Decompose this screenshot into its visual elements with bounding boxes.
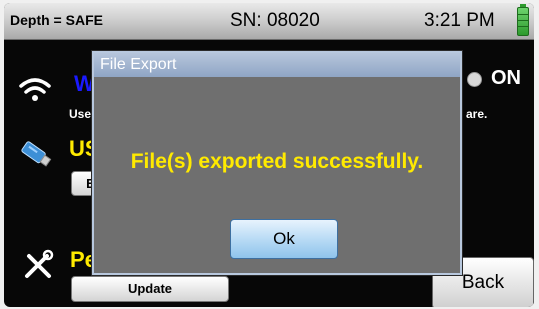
usb-drive-icon xyxy=(21,141,52,167)
battery-icon xyxy=(517,4,529,36)
dialog-title: File Export xyxy=(94,53,460,77)
wifi-icon xyxy=(19,78,51,101)
wifi-description-end: are. xyxy=(466,107,488,121)
wifi-toggle-knob[interactable] xyxy=(467,72,482,87)
status-bar: Depth = SAFE SN: 08020 3:21 PM xyxy=(4,3,534,40)
depth-status: Depth = SAFE xyxy=(10,12,103,28)
ok-button[interactable]: Ok xyxy=(230,219,338,259)
serial-number: SN: 08020 xyxy=(230,10,320,31)
update-button[interactable]: Update xyxy=(71,276,229,302)
tools-icon xyxy=(25,249,54,278)
dialog-message: File(s) exported successfully. xyxy=(130,150,424,173)
wifi-toggle-label: ON xyxy=(491,67,521,89)
device-screen: Depth = SAFE SN: 08020 3:21 PM Wi Use ar… xyxy=(4,3,534,307)
clock: 3:21 PM xyxy=(424,10,495,31)
file-export-dialog: File Export File(s) exported successfull… xyxy=(92,51,462,275)
